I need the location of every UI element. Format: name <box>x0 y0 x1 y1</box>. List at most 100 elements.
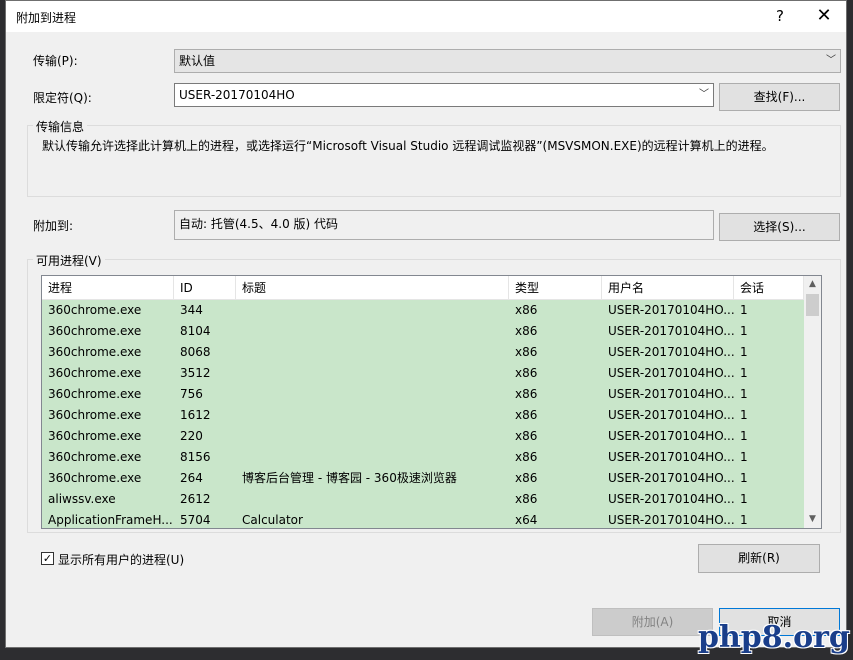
process-list-scrollbar[interactable]: ▲ ▼ <box>804 276 821 528</box>
cell-type: x86 <box>515 492 538 506</box>
watermark-logo: php8.org <box>698 620 850 655</box>
scroll-thumb[interactable] <box>806 294 819 316</box>
cell-process: 360chrome.exe <box>48 366 142 380</box>
table-row[interactable]: 360chrome.exe 1612 x86 USER-20170104HO... 1 <box>42 405 804 426</box>
table-row[interactable]: aliwssv.exe 2612 x86 USER-20170104HO... 1 <box>42 489 804 510</box>
cell-title: Calculator <box>242 513 303 527</box>
transport-info-title: 传输信息 <box>33 118 88 135</box>
find-button[interactable]: 查找(F)... <box>719 83 840 111</box>
dialog-title: 附加到进程 <box>16 11 77 25</box>
scroll-down-icon[interactable]: ▼ <box>804 511 821 528</box>
table-row[interactable]: 360chrome.exe 756 x86 USER-20170104HO... 1 <box>42 384 804 405</box>
cell-title <box>236 405 509 426</box>
table-row[interactable]: 360chrome.exe 220 x86 USER-20170104HO... 1 <box>42 426 804 447</box>
table-row[interactable]: 360chrome.exe 8156 x86 USER-20170104HO... 1 <box>42 447 804 468</box>
process-list-body: 360chrome.exe 344 x86 USER-20170104HO... 1 36… <box>42 300 804 528</box>
cell-id: 756 <box>180 387 203 401</box>
cell-type: x86 <box>515 429 538 443</box>
cell-session: 1 <box>740 450 748 464</box>
cell-id: 264 <box>180 471 203 485</box>
cell-username: USER-20170104HO... <box>608 303 734 317</box>
process-list[interactable]: 进程 ID 标题 类型 用户名 会话 360chrome.exe 344 x86 US… <box>41 275 822 529</box>
cell-id: 8068 <box>180 345 211 359</box>
cell-username: USER-20170104HO... <box>608 471 734 485</box>
transport-combo[interactable]: 默认值 ﹀ <box>174 49 841 73</box>
cell-title <box>236 447 509 468</box>
select-button[interactable]: 选择(S)... <box>719 213 840 241</box>
cell-session: 1 <box>740 366 748 380</box>
column-header-username[interactable]: 用户名 <box>602 276 734 300</box>
column-header-title[interactable]: 标题 <box>236 276 509 300</box>
cell-process: aliwssv.exe <box>48 492 116 506</box>
cell-username: USER-20170104HO... <box>608 408 734 422</box>
table-row[interactable]: 360chrome.exe 8104 x86 USER-20170104HO... 1 <box>42 321 804 342</box>
cell-type: x64 <box>515 513 538 527</box>
cell-username: USER-20170104HO... <box>608 513 734 527</box>
column-header-type[interactable]: 类型 <box>509 276 602 300</box>
cell-title <box>236 426 509 447</box>
show-all-users-checkbox[interactable]: ✓ <box>41 552 54 565</box>
process-list-header: 进程 ID 标题 类型 用户名 会话 <box>42 276 804 300</box>
table-row[interactable]: ApplicationFrameH... 5704 Calculator x64 USE… <box>42 510 804 528</box>
transport-info-text: 默认传输允许选择此计算机上的进程，或选择运行“Microsoft Visual … <box>42 139 774 153</box>
available-processes-title: 可用进程(V) <box>33 252 105 269</box>
transport-label: 传输(P): <box>33 54 78 68</box>
chevron-down-icon: ﹀ <box>826 55 836 66</box>
cell-process: 360chrome.exe <box>48 387 142 401</box>
cell-username: USER-20170104HO... <box>608 429 734 443</box>
attach-to-field: 自动: 托管(4.5、4.0 版) 代码 <box>174 210 714 240</box>
cell-id: 3512 <box>180 366 211 380</box>
table-row[interactable]: 360chrome.exe 264 博客后台管理 - 博客园 - 360极速浏览器 x… <box>42 468 804 489</box>
cell-process: 360chrome.exe <box>48 450 142 464</box>
cell-id: 2612 <box>180 492 211 506</box>
table-row[interactable]: 360chrome.exe 8068 x86 USER-20170104HO... 1 <box>42 342 804 363</box>
cell-title <box>236 321 509 342</box>
qualifier-label: 限定符(Q): <box>33 91 92 105</box>
cell-process: 360chrome.exe <box>48 408 142 422</box>
cell-username: USER-20170104HO... <box>608 345 734 359</box>
cell-username: USER-20170104HO... <box>608 366 734 380</box>
column-header-session[interactable]: 会话 <box>734 276 804 300</box>
close-icon[interactable]: ✕ <box>811 4 837 28</box>
cell-session: 1 <box>740 345 748 359</box>
cell-title <box>236 342 509 363</box>
qualifier-combo[interactable]: USER-20170104HO ﹀ <box>174 83 714 107</box>
cell-session: 1 <box>740 492 748 506</box>
cell-session: 1 <box>740 513 748 527</box>
cell-username: USER-20170104HO... <box>608 324 734 338</box>
cell-type: x86 <box>515 324 538 338</box>
show-all-users-label[interactable]: 显示所有用户的进程(U) <box>58 551 184 568</box>
cell-session: 1 <box>740 324 748 338</box>
scroll-up-icon[interactable]: ▲ <box>804 276 821 293</box>
cell-type: x86 <box>515 450 538 464</box>
chevron-down-icon: ﹀ <box>699 89 709 100</box>
cell-id: 1612 <box>180 408 211 422</box>
cell-session: 1 <box>740 303 748 317</box>
cell-type: x86 <box>515 408 538 422</box>
cell-type: x86 <box>515 387 538 401</box>
cell-process: 360chrome.exe <box>48 303 142 317</box>
cell-type: x86 <box>515 471 538 485</box>
attach-to-process-dialog: 附加到进程 ? ✕ 传输(P): 默认值 ﹀ 限定符(Q): USER-2017… <box>5 0 847 648</box>
help-icon[interactable]: ? <box>770 6 790 26</box>
table-row[interactable]: 360chrome.exe 3512 x86 USER-20170104HO... 1 <box>42 363 804 384</box>
cell-process: ApplicationFrameH... <box>48 513 173 527</box>
table-row[interactable]: 360chrome.exe 344 x86 USER-20170104HO... 1 <box>42 300 804 321</box>
cell-title <box>236 300 509 321</box>
column-header-process[interactable]: 进程 <box>42 276 174 300</box>
cell-session: 1 <box>740 429 748 443</box>
cell-title <box>236 384 509 405</box>
attach-button[interactable]: 附加(A) <box>592 608 713 636</box>
cell-username: USER-20170104HO... <box>608 492 734 506</box>
cell-process: 360chrome.exe <box>48 345 142 359</box>
cell-username: USER-20170104HO... <box>608 450 734 464</box>
refresh-button[interactable]: 刷新(R) <box>698 544 820 573</box>
cell-type: x86 <box>515 366 538 380</box>
cell-session: 1 <box>740 408 748 422</box>
attach-to-label: 附加到: <box>33 219 74 233</box>
cell-id: 220 <box>180 429 203 443</box>
cell-title <box>236 489 509 510</box>
column-header-id[interactable]: ID <box>174 276 236 300</box>
title-bar: 附加到进程 ? ✕ <box>6 1 846 32</box>
transport-info-group <box>27 125 841 197</box>
